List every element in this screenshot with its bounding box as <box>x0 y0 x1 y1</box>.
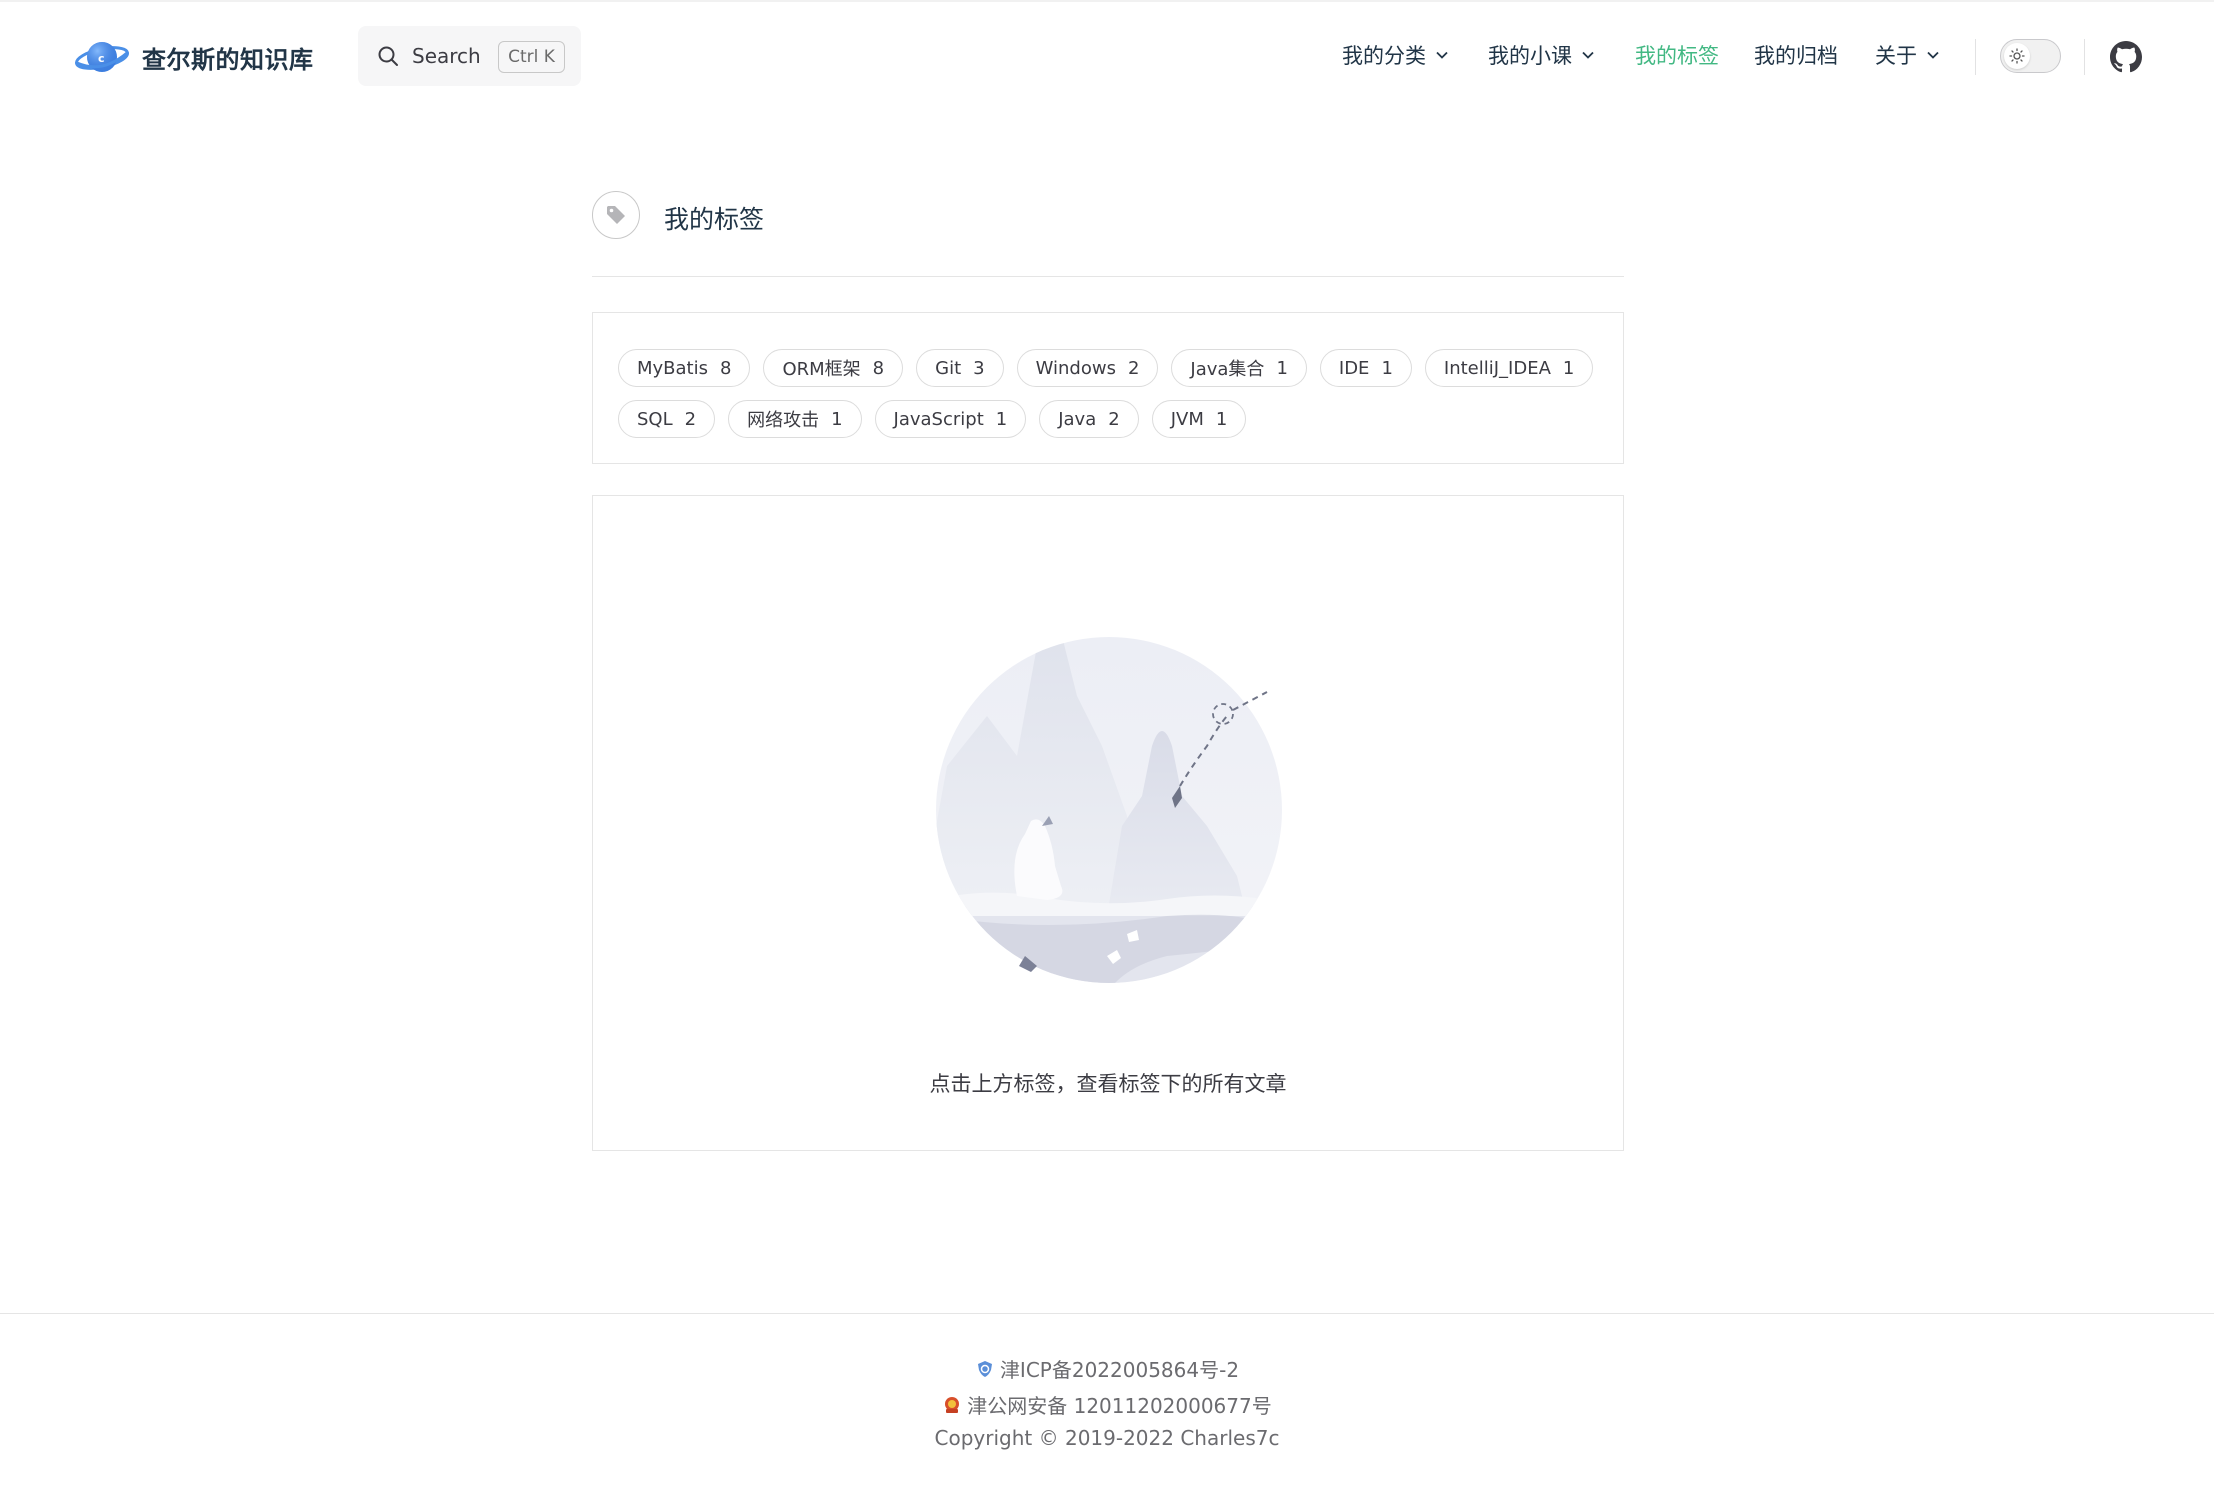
github-icon[interactable] <box>2110 41 2142 73</box>
top-navbar: c 查尔斯的知识库 Search Ctrl K 我的分类 我的小课 我的标签 我… <box>0 0 2214 110</box>
tag-icon <box>607 206 625 224</box>
tag-name: Git <box>935 357 962 379</box>
icp-record-link[interactable]: 津ICP备2022005864号-2 <box>0 1354 2214 1383</box>
tag-count: 1 <box>1276 357 1288 379</box>
nav-item-label: 我的标签 <box>1635 44 1719 68</box>
nav-item-label: 我的小课 <box>1488 44 1572 68</box>
search-shortcut-badge: Ctrl K <box>498 41 565 73</box>
page-header: 我的标签 <box>592 191 1624 277</box>
copyright: Copyright © 2019-2022 Charles7c <box>0 1426 2214 1450</box>
chevron-down-icon <box>1582 51 1594 59</box>
tag-name: JVM <box>1170 408 1204 430</box>
tag-name: MyBatis <box>637 357 708 379</box>
tag-name: JavaScript <box>893 408 984 430</box>
tag-count: 1 <box>831 408 843 430</box>
search-button[interactable]: Search Ctrl K <box>358 26 581 86</box>
nav-divider <box>2084 39 2085 75</box>
tag-count: 1 <box>1562 357 1575 379</box>
tag-chip[interactable]: IDE 1 <box>1319 349 1412 387</box>
tag-count: 1 <box>995 408 1008 430</box>
police-badge-icon <box>945 1396 960 1413</box>
chevron-down-icon <box>1436 51 1448 59</box>
tag-chip[interactable]: MyBatis 8 <box>618 349 751 387</box>
tag-chip[interactable]: 网络攻击 1 <box>728 400 862 438</box>
site-title: 查尔斯的知识库 <box>142 45 314 74</box>
tag-name: IntelliJ_IDEA <box>1443 357 1551 379</box>
nav-item-about[interactable]: 关于 <box>1875 40 1940 70</box>
tag-count: 2 <box>684 408 697 430</box>
nav-item-courses[interactable]: 我的小课 <box>1488 40 1595 70</box>
police-record-text: 津公网安备 12011202000677号 <box>967 1394 1272 1418</box>
nav-item-archives[interactable]: 我的归档 <box>1754 40 1838 70</box>
search-icon <box>378 46 398 66</box>
tag-name: Windows <box>1035 357 1116 379</box>
copyright-text: Copyright © 2019-2022 Charles7c <box>934 1426 1280 1450</box>
tag-name: ORM框架 <box>782 359 861 380</box>
tag-row: SQL 2 网络攻击 1 JavaScript 1 Java 2 JVM 1 <box>618 400 1599 438</box>
tag-chip[interactable]: Java 2 <box>1039 400 1139 438</box>
tag-count: 8 <box>872 357 885 379</box>
shield-icon <box>977 1360 992 1377</box>
article-list-empty: 点击上方标签，查看标签下的所有文章 <box>592 495 1624 1151</box>
tag-name: Java集合 <box>1190 359 1265 380</box>
tag-count: 2 <box>1127 357 1140 379</box>
nav-item-tags[interactable]: 我的标签 <box>1635 40 1719 70</box>
tag-name: Java <box>1058 408 1097 430</box>
nav-item-label: 我的分类 <box>1342 44 1426 68</box>
tag-chip[interactable]: JavaScript 1 <box>874 400 1027 438</box>
tag-name: SQL <box>637 408 673 430</box>
site-footer: 津ICP备2022005864号-2 津公网安备 12011202000677号… <box>0 1313 2214 1497</box>
police-record-link[interactable]: 津公网安备 12011202000677号 <box>0 1390 2214 1419</box>
switch-knob <box>2004 43 2030 69</box>
tag-row: MyBatis 8 ORM框架 8 Git 3 Windows 2 Java集合 1 ID… <box>618 349 1599 387</box>
tag-chip[interactable]: Java集合 1 <box>1171 349 1307 387</box>
empty-state-illustration <box>936 637 1282 983</box>
tag-count: 8 <box>720 357 732 379</box>
tag-count: 1 <box>1381 357 1393 379</box>
tag-chip[interactable]: SQL 2 <box>618 400 716 438</box>
tag-chip[interactable]: JVM 1 <box>1151 400 1247 438</box>
nav-item-categories[interactable]: 我的分类 <box>1342 40 1449 70</box>
sun-icon <box>2009 48 2025 64</box>
appearance-toggle[interactable] <box>2000 39 2061 73</box>
tag-chip[interactable]: Windows 2 <box>1016 349 1159 387</box>
page-title: 我的标签 <box>664 205 765 234</box>
search-label: Search <box>412 44 481 68</box>
tag-header-badge <box>592 191 640 239</box>
planet-logo-icon: c <box>74 42 130 72</box>
nav-item-label: 我的归档 <box>1754 44 1838 68</box>
tag-count: 1 <box>1215 408 1228 430</box>
tag-chip[interactable]: Git 3 <box>916 349 1004 387</box>
chevron-down-icon <box>1927 51 1939 59</box>
site-brand[interactable]: c 查尔斯的知识库 <box>74 36 314 78</box>
tag-chip[interactable]: ORM框架 8 <box>763 349 904 387</box>
tag-count: 2 <box>1108 408 1120 430</box>
icp-text: 津ICP备2022005864号-2 <box>999 1358 1240 1382</box>
tag-name: 网络攻击 <box>747 410 820 431</box>
tag-cloud: MyBatis 8 ORM框架 8 Git 3 Windows 2 Java集合 1 ID… <box>592 312 1624 464</box>
tag-name: IDE <box>1338 357 1370 379</box>
empty-state-message: 点击上方标签，查看标签下的所有文章 <box>929 1072 1287 1096</box>
tag-count: 3 <box>973 357 985 379</box>
tag-chip[interactable]: IntelliJ_IDEA 1 <box>1424 349 1594 387</box>
svg-text:c: c <box>98 52 105 65</box>
nav-item-label: 关于 <box>1875 44 1917 68</box>
nav-divider <box>1975 39 1976 75</box>
